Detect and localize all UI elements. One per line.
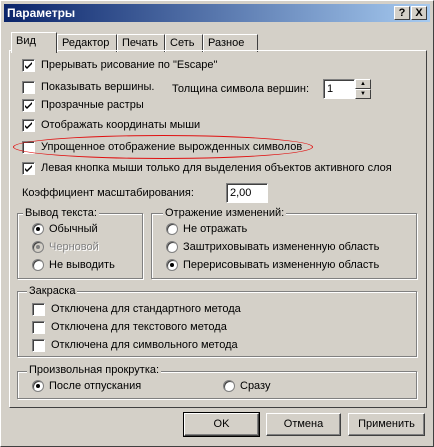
vertices-checkbox[interactable] (22, 81, 35, 94)
tab-print-label: Печать (122, 37, 159, 49)
scroll-immediate-radio[interactable] (223, 380, 235, 392)
left-button-label: Левая кнопка мыши только для выделения о… (41, 162, 392, 174)
changes-redraw-radio[interactable] (166, 259, 178, 271)
fill-standard-checkbox[interactable] (32, 303, 45, 316)
vertices-label: Показывать вершины. (41, 81, 155, 93)
vertex-size-input[interactable]: 1 (323, 79, 355, 99)
text-none-radio[interactable] (32, 259, 44, 271)
coords-label: Отображать координаты мыши (41, 119, 201, 131)
vertex-size-label: Толщина символа вершин: (172, 83, 310, 95)
fill-standard-label: Отключена для стандартного метода (51, 303, 241, 315)
changes-none-label: Не отражать (183, 223, 248, 235)
scroll-after-label: После отпускания (49, 380, 142, 392)
tab-editor-label: Редактор (62, 37, 110, 49)
simplified-label: Упрощенное отображение вырожденных симво… (41, 141, 303, 153)
fill-symbol-label: Отключена для символьного метода (51, 339, 238, 351)
changes-title: Отражение изменений: (163, 207, 287, 220)
changes-hatch-label: Заштриховывать измененную область (183, 241, 380, 253)
fill-title: Закраска (27, 285, 78, 298)
spin-up-icon[interactable]: ▲ (355, 79, 371, 89)
transparent-checkbox[interactable] (22, 99, 35, 112)
transparent-label: Прозрачные растры (41, 99, 144, 111)
simplified-checkbox[interactable] (22, 141, 35, 154)
scroll-title: Произвольная прокрутка: (27, 364, 162, 377)
window-title: Параметры (7, 6, 76, 20)
fill-text-label: Отключена для текстового метода (51, 321, 227, 333)
options-dialog: Параметры ? X Вид Редактор Печать Сеть Р… (0, 0, 434, 447)
title-bar[interactable]: Параметры ? X (4, 4, 430, 22)
vertex-size-spinner[interactable]: ▲ ▼ (355, 79, 371, 99)
ok-button[interactable]: OK (183, 412, 260, 437)
scale-input[interactable]: 2,00 (226, 183, 268, 203)
text-normal-label: Обычный (49, 223, 98, 235)
tab-misc-label: Разное (208, 37, 245, 49)
help-button[interactable]: ? (394, 6, 410, 20)
scale-label: Коэффициент масштабирования: (22, 187, 194, 199)
cancel-button[interactable]: Отмена (266, 413, 341, 436)
text-normal-radio[interactable] (32, 223, 44, 235)
text-none-label: Не выводить (49, 259, 115, 271)
fill-text-checkbox[interactable] (32, 321, 45, 334)
changes-hatch-radio[interactable] (166, 241, 178, 253)
tab-network-label: Сеть (170, 37, 195, 49)
escape-label: Прерывать рисование по "Escape" (41, 59, 218, 71)
text-output-title: Вывод текста: (23, 207, 99, 220)
tab-view-label: Вид (16, 35, 36, 47)
changes-redraw-label: Перерисовывать измененную область (183, 259, 380, 271)
tab-view[interactable]: Вид (11, 32, 57, 53)
coords-checkbox[interactable] (22, 119, 35, 132)
scroll-immediate-label: Сразу (240, 380, 271, 392)
fill-symbol-checkbox[interactable] (32, 339, 45, 352)
close-button[interactable]: X (411, 6, 427, 20)
left-button-checkbox[interactable] (22, 162, 35, 175)
text-draft-radio (32, 241, 44, 253)
scroll-after-radio[interactable] (32, 380, 44, 392)
text-draft-label: Черновой (49, 241, 99, 253)
apply-button[interactable]: Применить (348, 413, 425, 436)
spin-down-icon[interactable]: ▼ (355, 89, 371, 99)
changes-none-radio[interactable] (166, 223, 178, 235)
escape-checkbox[interactable] (22, 59, 35, 72)
